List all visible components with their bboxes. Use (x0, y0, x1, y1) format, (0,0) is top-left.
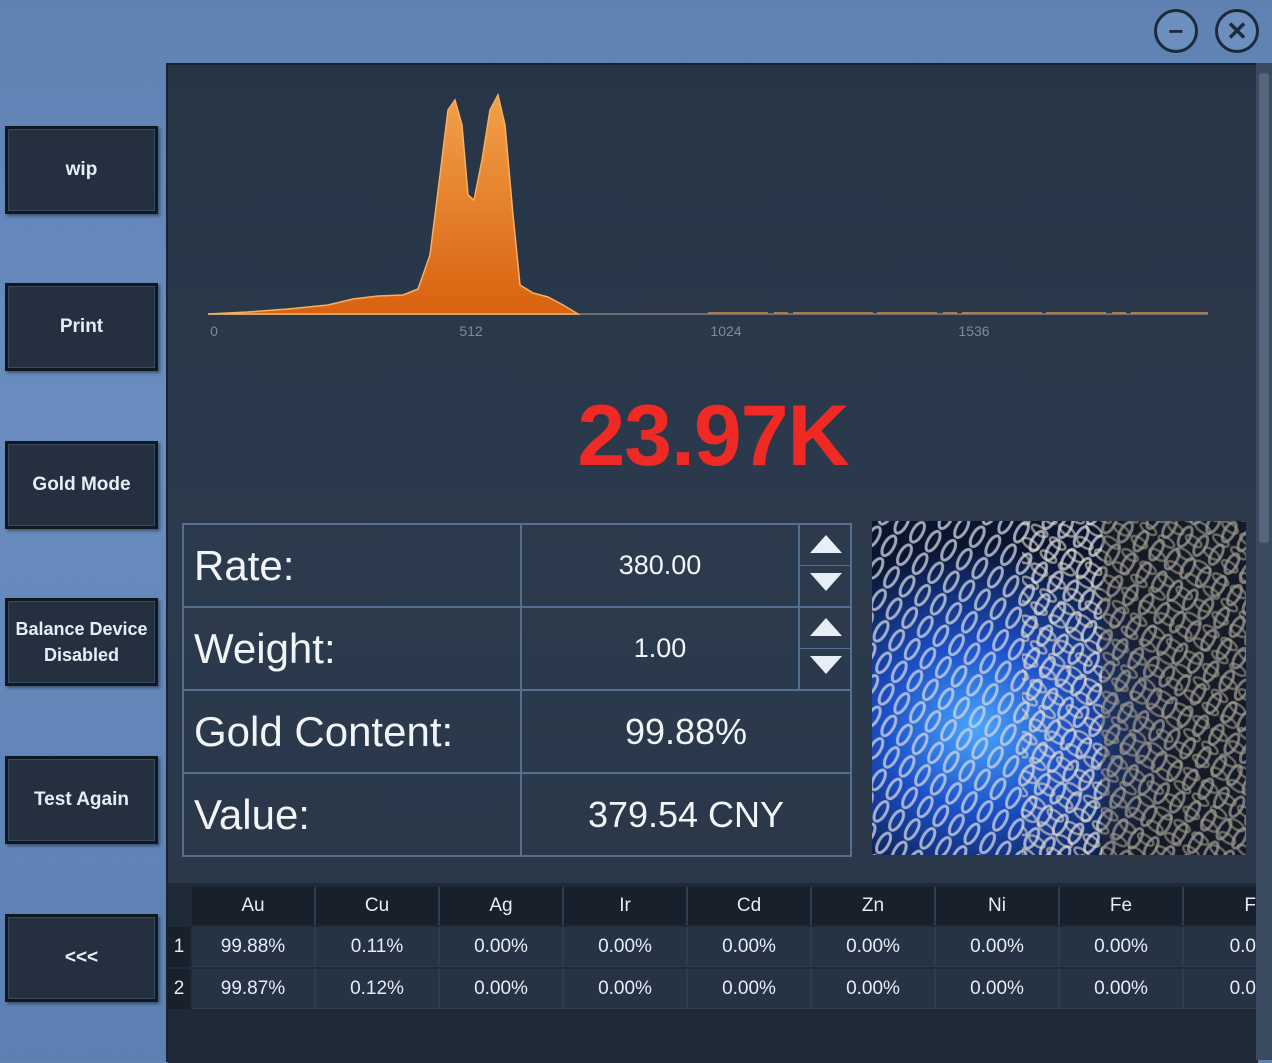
main-panel: 0 512 1024 1536 23.97K Rate: 380.00 Weig… (166, 63, 1258, 1063)
rate-stepper (798, 525, 850, 606)
table-cell: 0.00% (440, 927, 564, 967)
weight-stepper (798, 608, 850, 689)
value-value: 379.54 CNY (587, 794, 785, 835)
tick-512: 512 (459, 323, 483, 339)
table-cell: 0.00% (564, 927, 688, 967)
table-cell: 0.11% (316, 927, 440, 967)
rate-down-arrow-icon[interactable] (810, 573, 842, 591)
column-header[interactable]: Ir (564, 887, 688, 925)
table-cell: 99.88% (192, 927, 316, 967)
column-header[interactable]: Cd (688, 887, 812, 925)
weight-up-arrow-icon[interactable] (810, 618, 842, 636)
rate-row: Rate: 380.00 (184, 525, 850, 608)
info-table: Rate: 380.00 Weight: 1.00 Gold Content: … (182, 523, 852, 857)
element-results-table: Au Cu Ag Ir Cd Zn Ni Fe F 1 99.88% 0.11% 0.00% 0.00% 0… (168, 883, 1258, 1063)
table-cell: 0.12% (316, 969, 440, 1009)
row-number: 2 (168, 969, 190, 1009)
table-cell: 0.00% (812, 969, 936, 1009)
gold-content-label: Gold Content: (194, 708, 454, 755)
close-button[interactable]: ✕ (1215, 9, 1259, 53)
table-cell: 0.00% (936, 969, 1060, 1009)
column-header[interactable]: F (1184, 887, 1258, 925)
scrollbar-thumb[interactable] (1259, 73, 1269, 543)
tick-1024: 1024 (710, 323, 741, 339)
weight-value[interactable]: 1.00 (522, 608, 798, 689)
weight-row: Weight: 1.00 (184, 608, 850, 691)
close-icon: ✕ (1226, 15, 1248, 46)
table-cell: 0.0 (1184, 969, 1258, 1009)
spectrum-chart: 0 512 1024 1536 (207, 92, 1208, 339)
tick-1536: 1536 (958, 323, 989, 339)
rate-value[interactable]: 380.00 (522, 525, 798, 606)
minimize-button[interactable]: − (1154, 9, 1198, 53)
vertical-scrollbar[interactable] (1256, 63, 1272, 1060)
table-cell: 0.0 (1184, 927, 1258, 967)
table-cell: 0.00% (440, 969, 564, 1009)
spectrum-peak (207, 92, 581, 315)
table-cell: 0.00% (688, 927, 812, 967)
sample-camera-image (872, 521, 1246, 855)
weight-label: Weight: (194, 625, 336, 672)
table-cell: 0.00% (1060, 927, 1184, 967)
gold-content-value: 99.88% (624, 711, 748, 752)
column-header[interactable]: Ag (440, 887, 564, 925)
table-cell: 0.00% (564, 969, 688, 1009)
test-again-button[interactable]: Test Again (5, 756, 158, 844)
column-header[interactable]: Zn (812, 887, 936, 925)
column-header[interactable]: Ni (936, 887, 1060, 925)
table-cell: 0.00% (812, 927, 936, 967)
gold-content-row: Gold Content: 99.88% (184, 691, 850, 774)
table-cell: 0.00% (936, 927, 1060, 967)
value-row: Value: 379.54 CNY (184, 774, 850, 857)
balance-device-button[interactable]: Balance Device Disabled (5, 598, 158, 686)
table-cell: 0.00% (688, 969, 812, 1009)
column-header[interactable]: Cu (316, 887, 440, 925)
rate-up-arrow-icon[interactable] (810, 535, 842, 553)
tick-0: 0 (210, 323, 218, 339)
column-header[interactable]: Au (192, 887, 316, 925)
rate-label: Rate: (194, 542, 295, 589)
gold-mode-button[interactable]: Gold Mode (5, 441, 158, 529)
minus-icon: − (1168, 15, 1184, 46)
wip-button[interactable]: wip (5, 126, 158, 214)
column-header[interactable]: Fe (1060, 887, 1184, 925)
back-button[interactable]: <<< (5, 914, 158, 1002)
table-cell: 0.00% (1060, 969, 1184, 1009)
table-cell: 99.87% (192, 969, 316, 1009)
weight-down-arrow-icon[interactable] (810, 656, 842, 674)
value-label: Value: (194, 791, 310, 838)
print-button[interactable]: Print (5, 283, 158, 371)
row-number: 1 (168, 927, 190, 967)
karat-result: 23.97K (577, 388, 849, 484)
